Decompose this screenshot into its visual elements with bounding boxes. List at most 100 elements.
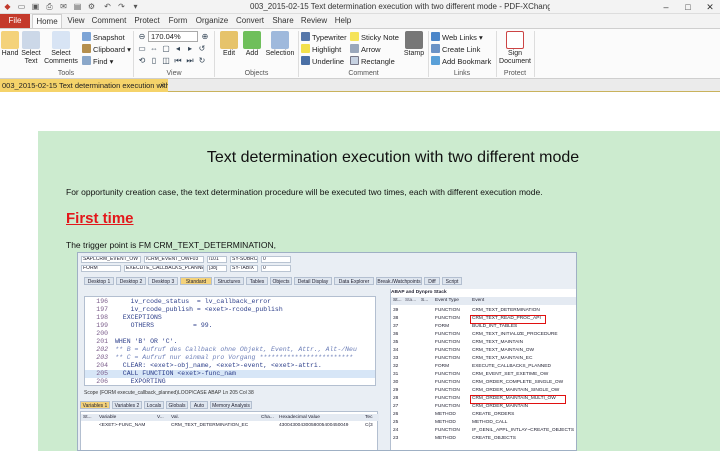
- actual-size-icon[interactable]: ▢: [161, 44, 171, 54]
- zoom-out-icon[interactable]: ⊖: [137, 32, 147, 42]
- menu-organize[interactable]: Organize: [194, 14, 230, 28]
- menu-comment[interactable]: Comment: [90, 14, 128, 28]
- sticky-note-button[interactable]: Sticky Note: [350, 32, 399, 43]
- call-stack-cell: 35: [393, 340, 399, 345]
- menu-form[interactable]: Form: [166, 14, 190, 28]
- undo-icon[interactable]: ↶: [102, 1, 113, 12]
- single-page-icon[interactable]: ▯: [149, 56, 159, 66]
- sysubrc-label-field: SY-SUBRC: [230, 256, 258, 263]
- editor-status: Scope (FORM execute_callback_planned)LOO…: [84, 390, 254, 396]
- call-stack-cell: 31: [393, 372, 399, 377]
- scan-icon[interactable]: ▤: [72, 1, 83, 12]
- fit-width-icon[interactable]: ⇔: [149, 44, 159, 54]
- find-button[interactable]: Find ▾: [82, 56, 113, 67]
- highlight-button[interactable]: Highlight: [301, 44, 341, 55]
- web-links-button[interactable]: Web Links ▾: [431, 32, 483, 43]
- tab-memory-analysis: Memory Analysis: [210, 401, 252, 409]
- call-stack-cell: BUILD_INT_TABLES: [472, 324, 518, 329]
- maximize-icon[interactable]: □: [680, 0, 696, 14]
- typewriter-button[interactable]: Typewriter: [301, 32, 347, 43]
- close-tab-icon[interactable]: ×: [160, 79, 165, 92]
- menu-review[interactable]: Review: [299, 14, 329, 28]
- menu-help[interactable]: Help: [332, 14, 354, 28]
- print-icon[interactable]: ⎙: [44, 1, 55, 12]
- prev-page-icon[interactable]: ◂: [173, 44, 183, 54]
- tab-detail-display: Detail Display: [294, 277, 332, 285]
- highlight-box-crm-text-determination: [470, 315, 546, 324]
- minimize-icon[interactable]: –: [658, 0, 674, 14]
- call-stack-cell: CRM_EVENT_SET_EXETIME_OW: [472, 372, 549, 377]
- customize-icon[interactable]: ▾: [130, 1, 141, 12]
- sysubrc-value-field: 0: [261, 256, 291, 263]
- menu-share[interactable]: Share: [270, 14, 296, 28]
- forward-icon[interactable]: ↻: [197, 56, 207, 66]
- add-bookmark-button[interactable]: Add Bookmark: [431, 56, 491, 67]
- email-icon[interactable]: ✉: [58, 1, 69, 12]
- open-icon[interactable]: ▭: [16, 1, 27, 12]
- create-link-button[interactable]: Create Link: [431, 44, 480, 55]
- menu-home[interactable]: Home: [32, 14, 62, 29]
- call-stack-cell: CREATE_OBJECTS: [472, 436, 516, 441]
- redo-icon[interactable]: ↷: [116, 1, 127, 12]
- back-icon[interactable]: ↺: [197, 44, 207, 54]
- select-text-button[interactable]: Select Text: [20, 31, 42, 66]
- zoom-input[interactable]: 170.04%: [148, 31, 198, 42]
- call-stack-cell: CRM_TEXT_MAINTAIN_EC: [472, 356, 533, 361]
- event-field: EXECUTE_CALLBACKS_PLANNED: [124, 265, 204, 272]
- document-view[interactable]: Text determination execution with two di…: [0, 92, 720, 451]
- select-comments-icon: [52, 31, 70, 49]
- close-icon[interactable]: ✕: [702, 0, 718, 14]
- hand-icon: [1, 31, 19, 49]
- menu-convert[interactable]: Convert: [233, 14, 267, 28]
- add-button[interactable]: Add: [241, 31, 263, 58]
- clipboard-button[interactable]: Clipboard ▾: [82, 44, 131, 55]
- call-stack-cell: 33: [393, 356, 399, 361]
- zoom-in-icon[interactable]: ⊕: [200, 32, 210, 42]
- tab-desktop-1: Desktop 1: [84, 277, 114, 285]
- call-stack-row: 35 FUNCTION CRM_TEXT_MAINTAIN: [391, 339, 576, 347]
- tab-locals: Locals: [144, 401, 164, 409]
- call-stack-cell: 34: [393, 348, 399, 353]
- code-line: 204 CLEAR: <exet>-obj_name, <exet>-event…: [96, 362, 322, 369]
- rotate-icon[interactable]: ⟲: [137, 56, 147, 66]
- fit-page-icon[interactable]: ▭: [137, 44, 147, 54]
- slide-subtitle: For opportunity creation case, the text …: [66, 187, 543, 197]
- first-page-icon[interactable]: ⏮: [173, 56, 183, 66]
- call-stack-cell: 27: [393, 404, 399, 409]
- tab-data-explorer: Data Explorer: [334, 277, 374, 285]
- hand-button[interactable]: Hand: [0, 31, 20, 58]
- call-stack-cell: EXECUTE_CALLBACKS_PLANNED: [472, 364, 551, 369]
- typewriter-label: Typewriter: [312, 33, 347, 42]
- tab-objects: Objects: [270, 277, 292, 285]
- event-type-field: FORM: [81, 265, 121, 272]
- rectangle-button[interactable]: Rectangle: [350, 56, 395, 67]
- sticky-note-label: Sticky Note: [361, 33, 399, 42]
- underline-label: Underline: [312, 57, 345, 66]
- sign-document-button[interactable]: Sign Document: [498, 31, 532, 66]
- binoculars-icon: [82, 56, 91, 65]
- menu-bar: File Home View Comment Protect Form Orga…: [0, 14, 720, 29]
- tab-variables-2: Variables 2: [112, 401, 142, 409]
- menu-file[interactable]: File: [0, 14, 30, 28]
- select-comments-button[interactable]: Select Comments: [42, 31, 80, 66]
- call-stack-cell: CRM_ORDER_MAINTAIN: [472, 404, 529, 409]
- document-tab[interactable]: 003_2015-02-15 Text determination execut…: [0, 79, 168, 92]
- find-label: Find ▾: [93, 57, 114, 66]
- call-stack-cell: FUNCTION: [435, 428, 460, 433]
- next-page-icon[interactable]: ▸: [185, 44, 195, 54]
- two-page-icon[interactable]: ◫: [161, 56, 171, 66]
- snapshot-button[interactable]: Snapshot: [82, 32, 125, 43]
- stamp-button[interactable]: Stamp: [400, 31, 428, 58]
- highlight-box-crm-order-complete: [470, 395, 566, 404]
- selection-button[interactable]: Selection: [264, 31, 296, 58]
- menu-protect[interactable]: Protect: [131, 14, 163, 28]
- snapshot-label: Snapshot: [93, 33, 125, 42]
- save-icon[interactable]: ▣: [30, 1, 41, 12]
- menu-view[interactable]: View: [64, 14, 88, 28]
- last-page-icon[interactable]: ⏭: [185, 56, 195, 66]
- settings-icon[interactable]: ⚙: [86, 1, 97, 12]
- clipboard-label: Clipboard ▾: [93, 45, 131, 54]
- edit-button[interactable]: Edit: [218, 31, 240, 58]
- arrow-button[interactable]: Arrow: [350, 44, 381, 55]
- underline-button[interactable]: Underline: [301, 56, 344, 67]
